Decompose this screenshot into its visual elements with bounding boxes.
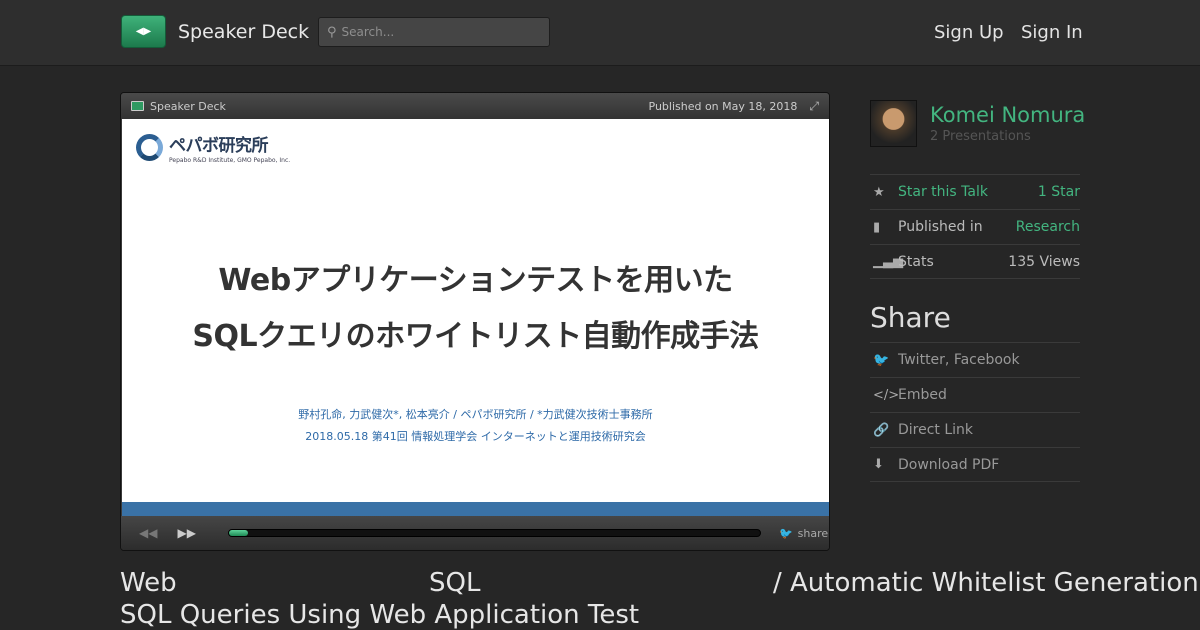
top-header: ◀▶ Speaker Deck ⚲ Sign Up Sign In [0, 0, 1200, 66]
description-part2: SQL [429, 568, 481, 598]
slide-footer-bar [122, 502, 829, 516]
share-pdf-label[interactable]: Download PDF [898, 457, 999, 473]
author-presentation-count[interactable]: 2 Presentations [930, 129, 1031, 144]
share-heading: Share [870, 301, 951, 334]
slide-image[interactable]: ペパボ研究所 Pepabo R&D Institute, GMO Pepabo,… [122, 119, 829, 516]
star-count: 1 Star [1037, 184, 1080, 200]
star-icon: ★ [873, 184, 885, 200]
star-talk-label[interactable]: Star this Talk [898, 184, 988, 200]
published-date: Published on May 18, 2018 [648, 99, 798, 113]
published-in-label: Published in [898, 219, 983, 235]
pepabo-logo-icon [136, 134, 163, 161]
speakerdeck-logo-icon[interactable]: ◀▶ [121, 15, 166, 48]
description-line2: SQL Queries Using Web Application Test [120, 600, 640, 630]
search-box[interactable]: ⚲ [318, 17, 550, 47]
twitter-icon: 🐦 [873, 352, 890, 368]
twitter-bird-icon: 🐦 [778, 526, 793, 540]
share-direct-link[interactable]: 🔗 Direct Link [870, 412, 1080, 447]
search-icon: ⚲ [327, 24, 337, 40]
player-brand[interactable]: Speaker Deck [150, 100, 226, 113]
author-name[interactable]: Komei Nomura [930, 103, 1085, 127]
fullscreen-icon[interactable]: ⤢ [809, 99, 819, 114]
link-icon: 🔗 [873, 422, 890, 438]
avatar[interactable] [870, 100, 917, 147]
player-top-bar: Speaker Deck Published on May 18, 2018 ⤢ [121, 93, 829, 119]
speakerdeck-mini-icon [131, 101, 144, 111]
slide-player: Speaker Deck Published on May 18, 2018 ⤢… [120, 92, 830, 551]
slide-authors: 野村孔命, 力武健次*, 松本亮介 / ペパボ研究所 / *力武健次技術士事務所 [298, 408, 653, 421]
share-direct-label[interactable]: Direct Link [898, 422, 973, 438]
download-icon: ⬇ [873, 457, 884, 472]
description-part3: / Automatic Whitelist Generation for [773, 568, 1200, 598]
code-icon: </> [873, 387, 900, 403]
progress-fill [228, 530, 248, 536]
slide-event: 2018.05.18 第41回 情報処理学会 インターネットと運用技術研究会 [305, 430, 646, 443]
bar-chart-icon: ▁▃▅ [873, 254, 903, 269]
previous-slide-icon[interactable]: ◀◀ [139, 526, 157, 540]
player-controls: ◀◀ ▶▶ 🐦 share [121, 516, 829, 550]
player-share-label: share [797, 526, 829, 540]
share-twitter-facebook[interactable]: 🐦 Twitter, Facebook [870, 342, 1080, 377]
brand-name[interactable]: Speaker Deck [178, 21, 309, 43]
sign-in-link[interactable]: Sign In [1021, 22, 1083, 43]
published-in-row: ▮ Published in Research [870, 209, 1080, 244]
search-input[interactable] [341, 25, 537, 39]
stats-label[interactable]: Stats [898, 254, 934, 270]
bookmark-icon: ▮ [873, 219, 881, 235]
slide-logo-text: ペパボ研究所 [169, 136, 269, 156]
share-embed[interactable]: </> Embed [870, 377, 1080, 412]
slide-title-line1: Webアプリケーションテストを用いた [218, 263, 733, 298]
views-count: 135 Views [1008, 253, 1080, 270]
share-embed-label[interactable]: Embed [898, 387, 947, 403]
share-download-pdf[interactable]: ⬇ Download PDF [870, 447, 1080, 482]
slide-logo-subtext: Pepabo R&D Institute, GMO Pepabo, Inc. [169, 157, 291, 164]
next-slide-icon[interactable]: ▶▶ [177, 526, 195, 540]
share-twitter-label[interactable]: Twitter, Facebook [898, 352, 1020, 368]
slide-logo: ペパボ研究所 Pepabo R&D Institute, GMO Pepabo,… [136, 131, 290, 164]
description-part1: Web [120, 568, 177, 598]
progress-bar[interactable] [227, 529, 761, 537]
sign-up-link[interactable]: Sign Up [934, 22, 1004, 43]
stats-row[interactable]: ▁▃▅ Stats 135 Views [870, 244, 1080, 279]
star-talk-row[interactable]: ★ Star this Talk 1 Star [870, 174, 1080, 209]
player-share-button[interactable]: 🐦 share [779, 527, 828, 540]
category-link[interactable]: Research [1016, 219, 1080, 235]
slide-title-line2: SQLクエリのホワイトリスト自動作成手法 [192, 319, 759, 354]
